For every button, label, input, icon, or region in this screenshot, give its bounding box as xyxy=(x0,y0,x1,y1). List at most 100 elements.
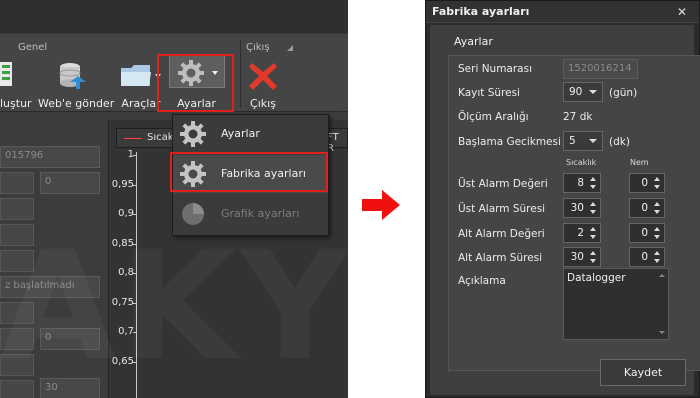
stepper-up-icon[interactable] xyxy=(590,202,596,206)
gear-icon xyxy=(180,121,206,147)
stepper-value: 0 xyxy=(641,202,648,214)
create-button[interactable]: luştur xyxy=(0,58,32,112)
record-period-unit: (gün) xyxy=(609,87,638,99)
stepper-up-icon[interactable] xyxy=(590,227,596,231)
dialog-title: Fabrika ayarları xyxy=(432,5,530,18)
description-textarea[interactable]: Datalogger xyxy=(563,268,669,340)
stepper-down-icon[interactable] xyxy=(590,210,596,214)
send-to-web-label: Web'e gönder xyxy=(38,97,115,110)
group-launcher-icon[interactable] xyxy=(287,45,293,51)
menu-item-settings[interactable]: Ayarlar xyxy=(173,115,328,153)
stepper-value: 30 xyxy=(570,202,584,214)
lower-alarm-time-label: Alt Alarm Süresi xyxy=(458,252,543,264)
stepper-up-icon[interactable] xyxy=(654,177,660,181)
lower-alarm-value-label: Alt Alarm Değeri xyxy=(458,228,545,240)
y-tick-mark xyxy=(133,302,137,304)
serial-input[interactable]: 1520016214 xyxy=(563,59,638,79)
y-tick-label: 0,7 xyxy=(118,326,134,337)
y-tick-label: 0,75 xyxy=(111,296,134,308)
upper-alarm-temp-stepper[interactable]: 8 xyxy=(563,173,601,193)
exit-label: Çıkış xyxy=(250,97,276,110)
highlight-settings-box xyxy=(157,54,234,112)
send-to-web-button[interactable]: Web'e gönder xyxy=(38,58,115,112)
y-tick-mark xyxy=(133,155,137,156)
watermark: AKYOU xyxy=(0,220,348,394)
ribbon-separator xyxy=(240,40,241,108)
y-tick-mark xyxy=(133,332,137,333)
lower-alarm-time-hum-stepper[interactable]: 0 xyxy=(629,247,665,267)
serial-field: 015796 xyxy=(0,146,100,168)
stepper-value: 8 xyxy=(577,177,584,189)
lower-alarm-hum-stepper[interactable]: 0 xyxy=(629,223,665,243)
group-label-general: Genel xyxy=(18,42,48,53)
stepper-value: 30 xyxy=(570,251,584,263)
start-delay-select[interactable]: 5 xyxy=(563,131,603,151)
y-tick-mark xyxy=(133,273,137,274)
upper-alarm-time-label: Üst Alarm Süresi xyxy=(458,203,546,215)
description-label: Açıklama xyxy=(458,275,506,287)
y-tick-label: 0,65 xyxy=(111,355,134,367)
stepper-up-icon[interactable] xyxy=(654,202,660,206)
legend-entry-2: FT R xyxy=(327,132,339,154)
start-delay-unit: (dk) xyxy=(609,136,630,148)
legend-entry-1: Sıcak xyxy=(147,132,174,143)
highlight-factory-settings-box xyxy=(170,152,328,192)
spreadsheet-icon xyxy=(0,62,12,86)
stepper-down-icon[interactable] xyxy=(590,185,596,189)
legend-swatch xyxy=(124,138,142,139)
group-label-exit: Çıkış xyxy=(246,42,270,53)
menu-item-label: Ayarlar xyxy=(221,127,260,140)
stepper-down-icon[interactable] xyxy=(590,235,596,239)
upper-alarm-time-temp-stepper[interactable]: 30 xyxy=(563,198,601,218)
stepper-down-icon[interactable] xyxy=(654,235,660,239)
y-tick-label: 1 xyxy=(127,149,134,160)
y-tick-mark xyxy=(133,361,137,363)
interval-label: Ölçüm Aralığı xyxy=(458,111,529,123)
stepper-up-icon[interactable] xyxy=(590,251,596,255)
stepper-down-icon[interactable] xyxy=(654,259,660,263)
exit-button[interactable]: Çıkış xyxy=(244,58,282,112)
folder-icon xyxy=(121,65,151,86)
y-tick-mark xyxy=(133,214,137,215)
start-delay-value: 5 xyxy=(569,135,576,147)
stepper-up-icon[interactable] xyxy=(590,177,596,181)
scroll-up-icon[interactable] xyxy=(659,274,665,277)
y-tick-label: 0,8 xyxy=(118,267,134,278)
close-x-icon xyxy=(249,63,277,90)
upper-alarm-time-hum-stepper[interactable]: 0 xyxy=(629,198,665,218)
serial-label: Seri Numarası xyxy=(458,63,533,75)
ribbon-top-bar xyxy=(0,0,348,34)
stepper-down-icon[interactable] xyxy=(654,185,660,189)
stepper-value: 0 xyxy=(641,251,648,263)
stepper-down-icon[interactable] xyxy=(654,210,660,214)
chevron-down-icon xyxy=(589,90,597,94)
group-title: Ayarlar xyxy=(454,35,493,48)
stepper-up-icon[interactable] xyxy=(654,251,660,255)
stepper-down-icon[interactable] xyxy=(590,259,596,263)
lower-alarm-time-temp-stepper[interactable]: 30 xyxy=(563,247,601,267)
lower-alarm-temp-stepper[interactable]: 2 xyxy=(563,223,601,243)
column-temperature: Sıcaklık xyxy=(566,158,597,167)
save-button[interactable]: Kaydet xyxy=(600,359,686,386)
menu-item-label: Grafik ayarları xyxy=(221,207,300,220)
record-period-value: 90 xyxy=(569,86,583,98)
y-tick-mark xyxy=(133,243,137,245)
upper-alarm-hum-stepper[interactable]: 0 xyxy=(629,173,665,193)
chevron-down-icon xyxy=(589,139,597,143)
record-period-select[interactable]: 90 xyxy=(563,82,603,102)
scroll-down-icon[interactable] xyxy=(659,331,665,334)
start-delay-label: Başlama Gecikmesi xyxy=(458,136,561,148)
y-tick-label: 0,95 xyxy=(111,178,134,190)
y-tick-mark xyxy=(133,184,137,186)
create-button-label: luştur xyxy=(0,97,32,110)
stepper-up-icon[interactable] xyxy=(654,227,660,231)
app-screenshot: Genel Çıkış luştur Web'e gönder Araçlar xyxy=(0,0,348,398)
right-arrow-icon xyxy=(362,190,400,220)
record-period-label: Kayıt Süresi xyxy=(458,87,520,99)
stepper-value: 2 xyxy=(577,227,584,239)
close-icon[interactable]: ✕ xyxy=(674,4,690,20)
description-value: Datalogger xyxy=(567,272,626,284)
stepper-value: 0 xyxy=(641,227,648,239)
form-field[interactable] xyxy=(0,198,34,220)
form-field[interactable] xyxy=(0,172,34,194)
